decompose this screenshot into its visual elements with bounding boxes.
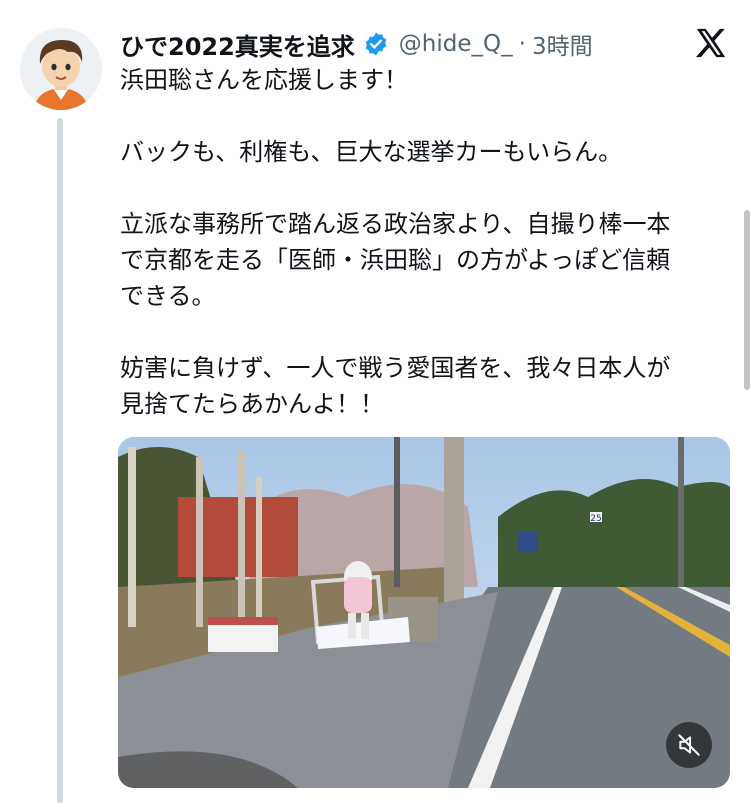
scrollbar[interactable] — [744, 210, 750, 390]
video-frame: 25 — [118, 437, 730, 788]
tweet-line: 浜田聡さんを応援します！ — [120, 66, 408, 94]
tweet-line: できる。 — [120, 282, 216, 310]
tweet-text: 浜田聡さんを応援します！ バックも、利権も、巨大な選挙カーもいらん。 立派な事務… — [120, 62, 730, 422]
x-logo-icon[interactable] — [694, 26, 728, 60]
post-time[interactable]: 3時間 — [532, 27, 593, 61]
tweet-line: 妨害に負けず、一人で戦う愛国者を、我々日本人が — [120, 354, 671, 382]
tweet-line: バックも、利権も、巨大な選挙カーもいらん。 — [120, 138, 623, 166]
author-name[interactable]: ひで2022真実を追求 — [120, 27, 355, 62]
mute-button[interactable] — [666, 722, 712, 768]
separator-dot: · — [518, 31, 526, 57]
tweet-header: ひで2022真実を追求 @hide_Q_ · 3時間 — [120, 24, 593, 64]
tweet-line: 見捨てたらあかんよ！！ — [120, 390, 384, 418]
cartoon-avatar-image — [20, 28, 102, 110]
author-handle[interactable]: @hide_Q_ — [399, 31, 513, 57]
verified-badge-icon — [363, 31, 389, 57]
tweet-line: で京都を走る「医師・浜田聡」の方がよっぽど信頼 — [120, 246, 671, 274]
thread-line — [57, 118, 63, 803]
tweet-line: 立派な事務所で踏ん返る政治家より、自撮り棒一本 — [120, 210, 671, 238]
avatar[interactable] — [20, 28, 102, 110]
video-player[interactable]: 25 — [118, 437, 730, 788]
muted-speaker-icon — [678, 734, 700, 756]
road-sign-number: 25 — [590, 514, 601, 524]
